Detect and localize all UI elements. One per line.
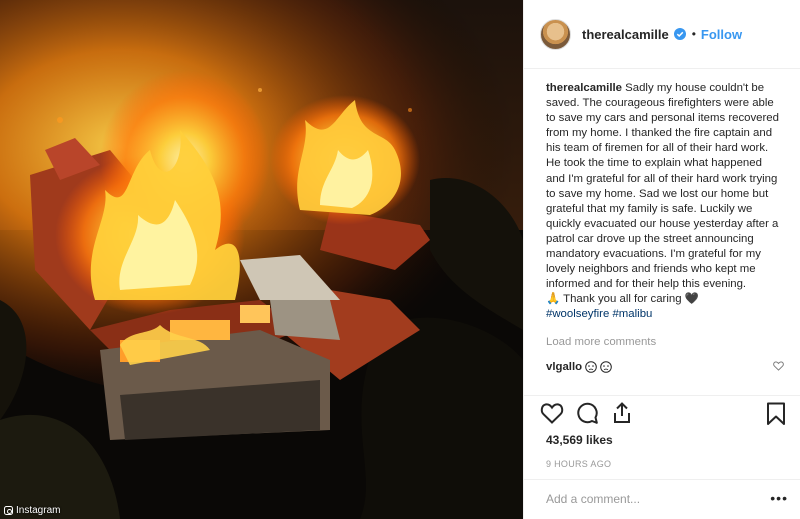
comments-section: therealcamille Sadly my house couldn't b… [524,69,800,373]
instagram-camera-icon [4,506,13,515]
bookmark-icon[interactable] [766,402,786,426]
crying-face-icon [585,360,597,373]
burning-house-image [0,0,523,519]
comment-bubble-icon[interactable] [576,402,598,424]
comment-item: vlgallo [546,361,784,373]
caption-thanks: 🙏 Thank you all for caring 🖤 [546,293,699,306]
load-more-comments-button[interactable]: Load more comments [546,336,784,348]
header-username[interactable]: therealcamille [582,27,669,42]
caption-text: Sadly my house couldn't be saved. The co… [546,82,779,291]
share-upload-icon[interactable] [612,402,632,424]
photo-credit-label: Instagram [16,505,61,516]
action-bar [540,402,786,428]
like-heart-icon[interactable] [540,402,564,424]
caption-username[interactable]: therealcamille [546,82,622,94]
instagram-post: Instagram therealcamille • Follow therea… [0,0,800,519]
comment-like-heart-icon[interactable] [773,360,784,371]
crying-face-icon [600,360,612,373]
actions-divider [524,395,800,396]
more-options-button[interactable]: ••• [770,490,788,506]
likes-count[interactable]: 43,569 likes [546,433,613,447]
post-sidebar: therealcamille • Follow therealcamille S… [523,0,800,519]
avatar[interactable] [540,18,571,50]
header-separator: • [691,27,696,41]
post-header: therealcamille • Follow [524,0,800,69]
verified-badge-icon [673,28,686,40]
add-comment-input[interactable]: Add a comment... [546,492,640,506]
comment-username[interactable]: vlgallo [546,361,582,373]
caption-hashtags[interactable]: #woolseyfire #malibu [546,307,784,322]
post-photo[interactable]: Instagram [0,0,523,519]
post-timestamp[interactable]: 9 HOURS AGO [546,459,611,469]
caption: therealcamille Sadly my house couldn't b… [546,81,784,323]
follow-button[interactable]: Follow [701,27,742,42]
photo-credit: Instagram [4,505,60,516]
comment-input-divider [524,479,800,480]
